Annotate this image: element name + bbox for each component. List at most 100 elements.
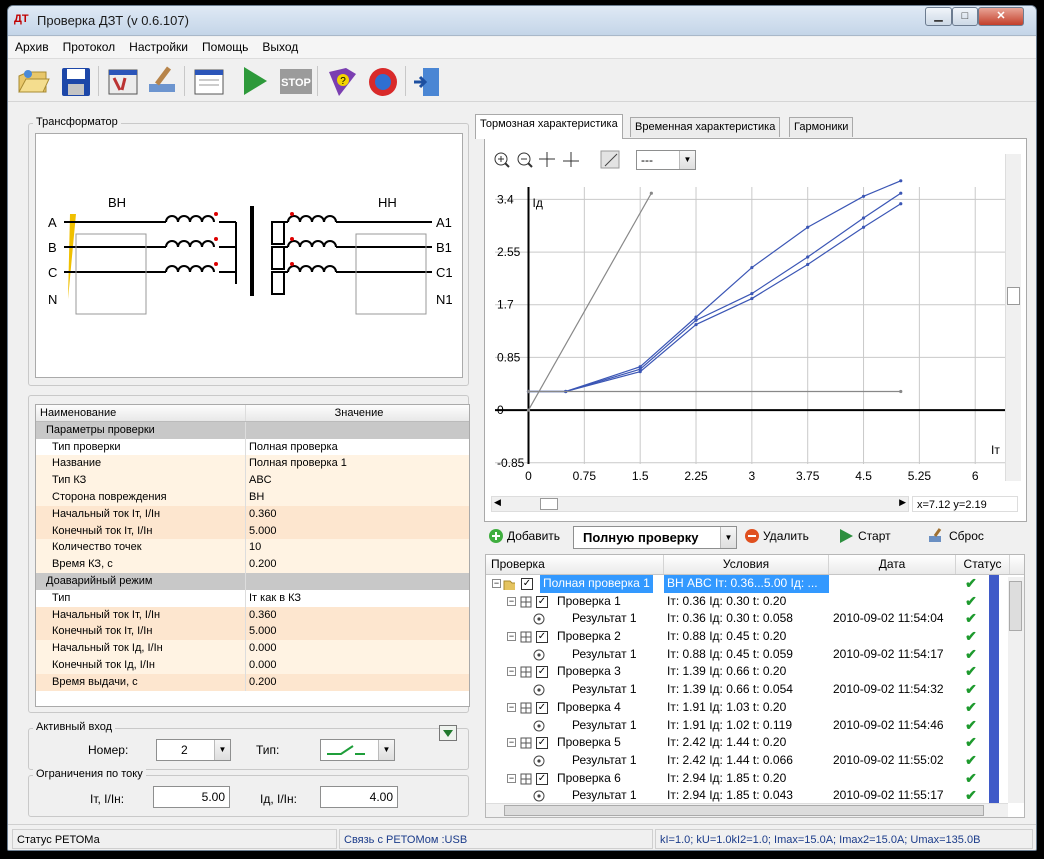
table-row[interactable]: Начальный ток Iт, I/Iн 0.360 [36, 606, 469, 624]
it-limit-input[interactable]: 5.00 [153, 786, 230, 808]
table-row[interactable]: Тип проверки Полная проверка [36, 438, 469, 456]
contact-type-select[interactable]: ▼ [320, 739, 395, 761]
open-folder-button[interactable] [16, 64, 52, 98]
collapse-icon[interactable]: − [507, 738, 516, 748]
add-button[interactable]: Добавить [488, 528, 560, 544]
table-row[interactable]: Время выдачи, с 0.200 [36, 673, 469, 691]
table-row[interactable]: Конечный ток Iд, I/Iн 0.000 [36, 656, 469, 674]
start-button[interactable]: Старт [838, 528, 891, 544]
param-value[interactable]: 0.360 [246, 607, 469, 624]
close-button[interactable]: ✕ [978, 7, 1024, 26]
param-value[interactable] [246, 573, 469, 590]
reset-button[interactable]: Сброс [927, 528, 984, 544]
table-row[interactable]: Сторона повреждения ВН [36, 488, 469, 506]
lifebuoy-button[interactable] [365, 64, 401, 98]
result-row[interactable]: Результат 1 Iт: 0.88 Iд: 0.45 t: 0.059 201… [486, 645, 1024, 664]
save-button[interactable] [58, 64, 94, 98]
row-checkbox[interactable]: ✓ [536, 737, 548, 750]
check-row[interactable]: − ✓ Проверка 6 Iт: 2.94 Iд: 1.85 t: 0.20 ✔ [486, 769, 1024, 788]
param-value[interactable]: 0.200 [246, 674, 469, 691]
table-row[interactable]: Тип Iт как в КЗ [36, 589, 469, 607]
play-button[interactable] [236, 64, 272, 98]
braking-characteristic-chart[interactable]: 00.751.52.2533.754.55.2563.42.551.70.850… [485, 139, 1026, 521]
collapse-icon[interactable]: − [507, 773, 516, 783]
check-row[interactable]: − ✓ Проверка 4 Iт: 1.91 Iд: 1.03 t: 0.20 ✔ [486, 698, 1024, 717]
column-header-date[interactable]: Дата [829, 555, 956, 574]
table-row[interactable]: Тип КЗ ABC [36, 472, 469, 489]
param-value[interactable]: 5.000 [246, 523, 469, 540]
param-value[interactable]: ABC [246, 472, 469, 489]
help-book-button[interactable]: ? [324, 64, 360, 98]
scrollbar-thumb[interactable] [540, 498, 558, 510]
column-header-status[interactable]: Статус [956, 555, 1010, 574]
result-row[interactable]: Результат 1 Iт: 1.91 Iд: 1.02 t: 0.119 201… [486, 716, 1024, 735]
column-header-conditions[interactable]: Условия [664, 555, 829, 574]
tab-harmonics[interactable]: Гармоники [789, 117, 854, 137]
menu-item-4[interactable]: Выход [255, 37, 305, 57]
stop-button[interactable]: STOP [278, 64, 314, 98]
tree-horizontal-scrollbar[interactable] [486, 803, 1008, 817]
scrollbar-thumb[interactable] [1007, 287, 1020, 305]
row-checkbox[interactable]: ✓ [536, 595, 548, 608]
param-value[interactable]: 0.360 [246, 506, 469, 523]
param-value[interactable]: Полная проверка 1 [246, 455, 469, 472]
param-value[interactable]: Iт как в КЗ [246, 590, 469, 607]
column-header-value[interactable]: Значение [246, 405, 469, 421]
param-value[interactable] [246, 422, 469, 439]
param-value[interactable]: ВН [246, 489, 469, 506]
row-checkbox[interactable]: ✓ [521, 578, 533, 590]
row-checkbox[interactable]: ✓ [536, 631, 548, 644]
check-row[interactable]: − ✓ Полная проверка 1 ВН ABC Iт: 0.36...5.0… [486, 575, 1024, 593]
menu-item-2[interactable]: Настройки [122, 37, 195, 57]
table-row[interactable]: Название Полная проверка 1 [36, 455, 469, 473]
table-row[interactable]: Конечный ток Iт, I/Iн 5.000 [36, 522, 469, 540]
collapse-icon[interactable]: − [507, 596, 516, 606]
chart-vertical-scrollbar[interactable] [1005, 154, 1021, 481]
tab-braking-characteristic[interactable]: Тормозная характеристика [475, 114, 623, 139]
id-limit-input[interactable]: 4.00 [320, 786, 398, 808]
check-row[interactable]: − ✓ Проверка 5 Iт: 2.42 Iд: 1.44 t: 0.20 ✔ [486, 734, 1024, 753]
settings-button[interactable] [105, 64, 141, 98]
result-row[interactable]: Результат 1 Iт: 2.42 Iд: 1.44 t: 0.066 201… [486, 751, 1024, 770]
brush-button[interactable] [145, 64, 181, 98]
table-row[interactable]: Доаварийный режим [36, 572, 469, 590]
check-row[interactable]: − ✓ Проверка 3 Iт: 1.39 Iд: 0.66 t: 0.20 ✔ [486, 663, 1024, 682]
check-row[interactable]: − ✓ Проверка 2 Iт: 0.88 Iд: 0.45 t: 0.20 ✔ [486, 628, 1024, 647]
minimize-button[interactable]: ▁ [925, 7, 952, 26]
result-row[interactable]: Результат 1 Iт: 1.39 Iд: 0.66 t: 0.054 201… [486, 681, 1024, 700]
result-row[interactable]: Результат 1 Iт: 0.36 Iд: 0.30 t: 0.058 201… [486, 610, 1024, 629]
table-row[interactable]: Количество точек 10 [36, 539, 469, 557]
number-select[interactable]: 2 ▼ [156, 739, 231, 761]
row-checkbox[interactable]: ✓ [536, 701, 548, 714]
chevron-down-icon[interactable]: ▼ [214, 740, 230, 760]
menu-item-3[interactable]: Помощь [195, 37, 255, 57]
menu-item-0[interactable]: Архив [8, 37, 56, 57]
tree-vertical-scrollbar[interactable] [1008, 577, 1024, 803]
param-value[interactable]: Полная проверка [246, 439, 469, 456]
menu-item-1[interactable]: Протокол [56, 37, 123, 57]
chart-horizontal-scrollbar[interactable]: ◀ ▶ [491, 496, 909, 512]
scrollbar-thumb[interactable] [504, 805, 984, 816]
column-header-check[interactable]: Проверка [486, 555, 664, 574]
table-row[interactable]: Конечный ток Iт, I/Iн 5.000 [36, 623, 469, 641]
collapse-toggle-button[interactable] [439, 725, 457, 741]
delete-button[interactable]: Удалить [744, 528, 809, 544]
scroll-right-icon[interactable]: ▶ [899, 497, 906, 508]
maximize-button[interactable]: □ [952, 7, 978, 26]
scrollbar-thumb[interactable] [1009, 581, 1022, 631]
column-header-name[interactable]: Наименование [36, 405, 246, 421]
collapse-icon[interactable]: − [507, 667, 516, 677]
param-value[interactable]: 5.000 [246, 623, 469, 640]
window-button[interactable] [191, 64, 227, 98]
param-value[interactable]: 10 [246, 539, 469, 556]
param-value[interactable]: 0.000 [246, 640, 469, 657]
chevron-down-icon[interactable]: ▼ [378, 740, 394, 760]
scroll-left-icon[interactable]: ◀ [494, 497, 501, 508]
table-row[interactable]: Начальный ток Iд, I/Iн 0.000 [36, 640, 469, 657]
tab-time-characteristic[interactable]: Временная характеристика [630, 117, 781, 137]
table-row[interactable]: Параметры проверки [36, 421, 469, 439]
check-type-select[interactable]: Полную проверку ▼ [573, 526, 737, 549]
chevron-down-icon[interactable]: ▼ [720, 527, 736, 548]
exit-door-button[interactable] [411, 64, 447, 98]
check-row[interactable]: − ✓ Проверка 1 Iт: 0.36 Iд: 0.30 t: 0.20 ✔ [486, 592, 1024, 611]
